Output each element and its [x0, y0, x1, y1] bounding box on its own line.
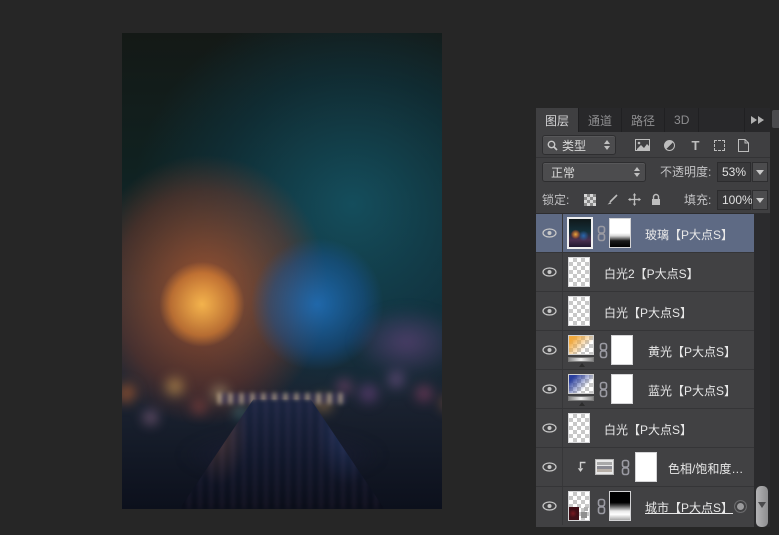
blend-mode-row: 正常 不透明度: 53%	[536, 158, 770, 186]
link-icon[interactable]	[599, 381, 608, 398]
layer-row-baiguang-b[interactable]: 白光【P大点S】	[536, 409, 754, 448]
visibility-eye-icon[interactable]	[542, 228, 557, 238]
lock-transparency-icon[interactable]	[582, 192, 598, 207]
link-icon[interactable]	[597, 498, 606, 515]
opacity-dropdown-arrow[interactable]	[752, 162, 768, 182]
smart-object-thumbnail[interactable]	[568, 491, 590, 521]
visibility-eye-icon[interactable]	[542, 345, 557, 355]
layer-thumbnail[interactable]	[568, 257, 590, 287]
smart-filters-badge-icon[interactable]	[734, 500, 747, 513]
smart-filters-collapse-triangle-icon[interactable]	[758, 502, 766, 508]
tab-channels[interactable]: 通道	[579, 108, 622, 132]
visibility-eye-icon[interactable]	[542, 423, 557, 433]
layer-name[interactable]: 色相/饱和度…	[668, 460, 743, 477]
layer-thumbnail[interactable]	[568, 296, 590, 326]
lock-row: 锁定: 填充: 100%	[536, 186, 770, 214]
visibility-eye-icon[interactable]	[542, 384, 557, 394]
layer-mask-thumbnail[interactable]	[609, 218, 631, 248]
smart-object-filter-icon[interactable]	[735, 137, 752, 153]
shape-layer-filter-icon[interactable]	[711, 137, 728, 153]
gradient-slider-icon	[568, 396, 594, 401]
layer-list-scrollbar-track[interactable]	[754, 214, 770, 527]
visibility-eye-icon[interactable]	[542, 501, 557, 511]
document-canvas[interactable]	[122, 33, 442, 509]
layer-list-scrollbar-thumb[interactable]	[756, 486, 768, 527]
tab-channels-label: 通道	[588, 112, 612, 129]
opacity-label: 不透明度:	[660, 162, 711, 182]
link-icon[interactable]	[599, 342, 608, 359]
lock-all-icon[interactable]	[648, 192, 664, 207]
search-icon	[547, 140, 558, 151]
layer-row-languang[interactable]: 蓝光【P大点S】	[536, 370, 754, 409]
adjustment-layer-filter-icon[interactable]	[661, 137, 678, 153]
layer-mask-thumbnail[interactable]	[611, 335, 633, 365]
tab-3d[interactable]: 3D	[665, 108, 699, 132]
layer-filter-row: 类型 T	[536, 132, 770, 158]
gradient-fill-thumbnail[interactable]	[568, 374, 594, 405]
layer-name[interactable]: 城市【P大点S】	[645, 499, 733, 516]
layers-panel: 图层 通道 路径 3D 类型 T 正常 不透明度: 53%	[536, 108, 770, 527]
layer-name[interactable]: 玻璃【P大点S】	[645, 226, 733, 243]
filter-type-label: 类型	[562, 137, 586, 154]
layer-name[interactable]: 黄光【P大点S】	[648, 343, 736, 360]
layer-row-hue-saturation[interactable]: 色相/饱和度…	[536, 448, 754, 487]
visibility-eye-icon[interactable]	[542, 462, 557, 472]
layer-name[interactable]: 白光2【P大点S】	[604, 265, 699, 282]
type-layer-filter-icon[interactable]: T	[687, 137, 704, 153]
gradient-fill-thumbnail[interactable]	[568, 335, 594, 366]
layer-mask-thumbnail[interactable]	[609, 491, 631, 521]
layer-row-baiguang2[interactable]: 白光2【P大点S】	[536, 253, 754, 292]
visibility-eye-icon[interactable]	[542, 267, 557, 277]
layer-row-huangguang[interactable]: 黄光【P大点S】	[536, 331, 754, 370]
tab-layers-label: 图层	[545, 112, 569, 129]
panel-tab-bar: 图层 通道 路径 3D	[536, 108, 770, 132]
blend-mode-select[interactable]: 正常	[542, 162, 646, 182]
filter-type-select[interactable]: 类型	[542, 135, 616, 155]
opacity-input[interactable]: 53%	[717, 162, 751, 182]
tab-3d-label: 3D	[674, 113, 689, 127]
visibility-eye-icon[interactable]	[542, 306, 557, 316]
lock-paint-brush-icon[interactable]	[604, 192, 620, 207]
tab-layers[interactable]: 图层	[536, 108, 579, 132]
adjustment-layer-thumbnail[interactable]	[595, 459, 614, 475]
tab-spacer	[699, 108, 744, 132]
stepper-arrows-icon	[634, 167, 640, 177]
layer-row-chengshi[interactable]: 城市【P大点S】	[536, 487, 754, 527]
layer-list: 玻璃【P大点S】 白光2【P大点S】 白光【P大点S】	[536, 214, 770, 527]
layer-name[interactable]: 白光【P大点S】	[604, 421, 692, 438]
tab-paths-label: 路径	[631, 112, 655, 129]
pixel-layer-filter-icon[interactable]	[634, 137, 651, 153]
layer-thumbnail[interactable]	[567, 217, 593, 249]
layer-mask-thumbnail[interactable]	[611, 374, 633, 404]
layer-name[interactable]: 白光【P大点S】	[604, 304, 692, 321]
layer-name[interactable]: 蓝光【P大点S】	[648, 382, 736, 399]
fill-dropdown-arrow[interactable]	[752, 190, 768, 210]
lock-position-move-icon[interactable]	[626, 192, 642, 207]
layer-row-boli[interactable]: 玻璃【P大点S】	[536, 214, 754, 253]
fill-input[interactable]: 100%	[717, 190, 751, 210]
layer-thumbnail[interactable]	[568, 413, 590, 443]
blend-mode-value: 正常	[551, 164, 575, 181]
adjacent-dock-fragment	[772, 110, 779, 128]
tab-paths[interactable]: 路径	[622, 108, 665, 132]
collapse-panel-icon[interactable]	[744, 108, 770, 132]
layer-mask-thumbnail[interactable]	[635, 452, 657, 482]
lock-label: 锁定:	[542, 190, 569, 210]
link-icon[interactable]	[621, 459, 630, 476]
clipping-mask-arrow-icon	[576, 461, 587, 473]
layer-row-baiguang-a[interactable]: 白光【P大点S】	[536, 292, 754, 331]
link-icon[interactable]	[597, 225, 606, 242]
stepper-arrows-icon	[604, 140, 610, 150]
gradient-slider-icon	[568, 357, 594, 362]
fill-label: 填充:	[684, 190, 711, 210]
